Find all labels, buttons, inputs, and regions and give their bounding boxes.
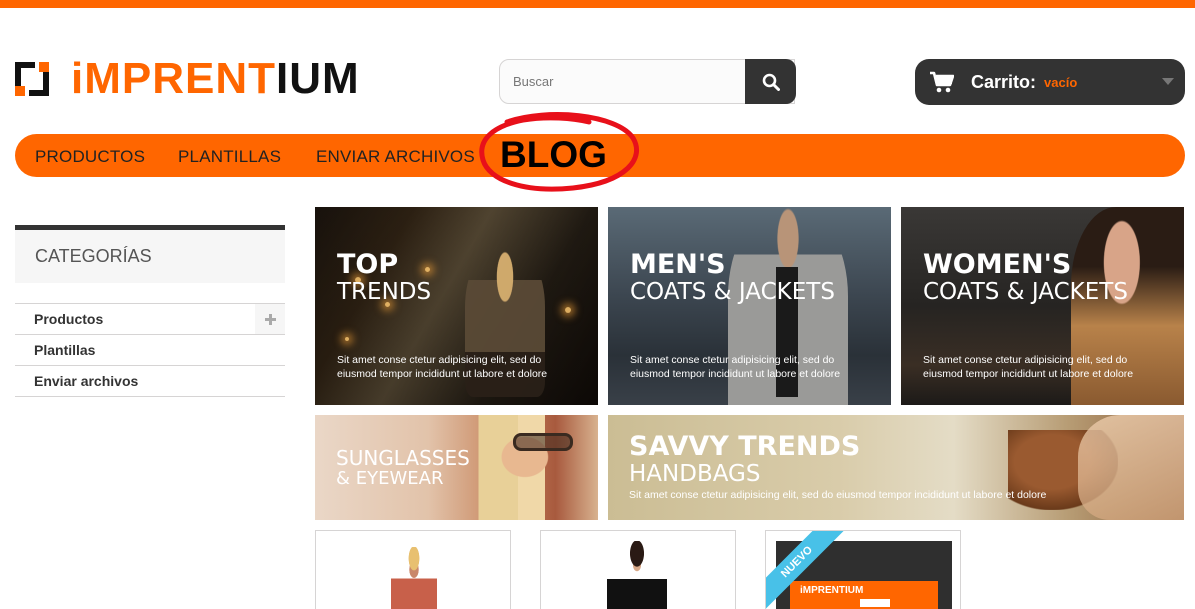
category-list: Productos Plantillas Enviar archivos <box>15 303 285 397</box>
product-image-text: iMPRENTIUM <box>800 585 864 596</box>
banner-title-line1: SUNGLASSES <box>336 446 470 470</box>
shopping-cart-icon <box>930 71 954 93</box>
banner-title-line1: TOP <box>337 249 399 280</box>
logo-wordmark: iMPRENTIUM <box>71 57 360 101</box>
cart-button[interactable]: Carrito: vacío <box>915 59 1185 105</box>
cart-label: Carrito: <box>971 71 1037 92</box>
banner-sunglasses[interactable]: SUNGLASSES & EYEWEAR <box>315 415 598 520</box>
banner-title-line1: WOMEN'S <box>923 249 1072 280</box>
banner-womens-coats[interactable]: WOMEN'S COATS & JACKETS Sit amet conse c… <box>901 207 1184 405</box>
chevron-down-icon <box>1162 78 1174 85</box>
search-icon <box>762 73 780 91</box>
logo-wordmark-part1: iMPRENT <box>71 54 276 103</box>
banner-title-line2: & EYEWEAR <box>336 468 444 489</box>
nav-item-enviar-archivos[interactable]: ENVIAR ARCHIVOS <box>316 134 475 177</box>
sidebar-title: CATEGORÍAS <box>15 225 285 283</box>
category-item-enviar-archivos[interactable]: Enviar archivos <box>15 366 285 397</box>
logo-wordmark-part2: IUM <box>276 54 360 103</box>
banner-title-line2: COATS & JACKETS <box>923 279 1128 305</box>
product-card[interactable] <box>315 530 511 609</box>
banner-description: Sit amet conse ctetur adipisicing elit, … <box>923 354 1134 380</box>
product-card[interactable] <box>540 530 736 609</box>
banner-title-line1: SAVVY TRENDS <box>629 431 861 462</box>
plus-icon <box>264 313 276 325</box>
banner-title: SUNGLASSES & EYEWEAR <box>336 447 470 489</box>
product-image[interactable] <box>391 547 437 609</box>
cart-status: vacío <box>1044 74 1078 90</box>
category-label: Enviar archivos <box>34 373 139 389</box>
category-label: Productos <box>34 311 104 327</box>
banner-title-line2: HANDBAGS <box>629 461 761 487</box>
banner-title-line1: MEN'S <box>630 249 726 280</box>
banner-description: Sit amet conse ctetur adipisicing elit, … <box>337 354 548 380</box>
search-bar <box>499 59 796 104</box>
banner-handbags[interactable]: SAVVY TRENDS HANDBAGS Sit amet conse cte… <box>608 415 1184 520</box>
product-card[interactable]: NUEVO iMPRENTIUM <box>765 530 961 609</box>
banner-mens-coats[interactable]: MEN'S COATS & JACKETS Sit amet conse cte… <box>608 207 891 405</box>
nav-item-productos[interactable]: PRODUCTOS <box>35 134 145 177</box>
logo-mark-icon <box>15 62 49 96</box>
top-accent-bar <box>0 0 1195 8</box>
banner-title-line2: COATS & JACKETS <box>630 279 835 305</box>
banner-title-line2: TRENDS <box>337 279 432 305</box>
banner-title: MEN'S COATS & JACKETS <box>630 251 835 306</box>
expand-plus-icon[interactable] <box>255 304 285 334</box>
nav-item-plantillas[interactable]: PLANTILLAS <box>178 134 281 177</box>
product-image[interactable] <box>607 541 667 609</box>
category-label: Plantillas <box>34 342 96 358</box>
banner-top-trends[interactable]: TOP TRENDS Sit amet conse ctetur adipisi… <box>315 207 598 405</box>
banner-description: Sit amet conse ctetur adipisicing elit, … <box>630 354 841 380</box>
banner-description: Sit amet conse ctetur adipisicing elit, … <box>629 489 1047 501</box>
site-logo[interactable]: iMPRENTIUM <box>15 57 360 101</box>
nav-item-blog[interactable]: BLOG <box>500 132 607 177</box>
banner-photo <box>465 415 598 520</box>
banner-title: SAVVY TRENDS HANDBAGS <box>629 433 860 488</box>
main-navigation: PRODUCTOS PLANTILLAS ENVIAR ARCHIVOS BLO… <box>15 134 1185 177</box>
search-button[interactable] <box>745 59 796 104</box>
search-input[interactable] <box>500 60 746 103</box>
categories-sidebar: CATEGORÍAS Productos Plantillas Enviar a… <box>15 225 285 397</box>
category-item-productos[interactable]: Productos <box>15 304 285 335</box>
category-item-plantillas[interactable]: Plantillas <box>15 335 285 366</box>
banner-title: TOP TRENDS <box>337 251 431 306</box>
banner-title: WOMEN'S COATS & JACKETS <box>923 251 1128 306</box>
